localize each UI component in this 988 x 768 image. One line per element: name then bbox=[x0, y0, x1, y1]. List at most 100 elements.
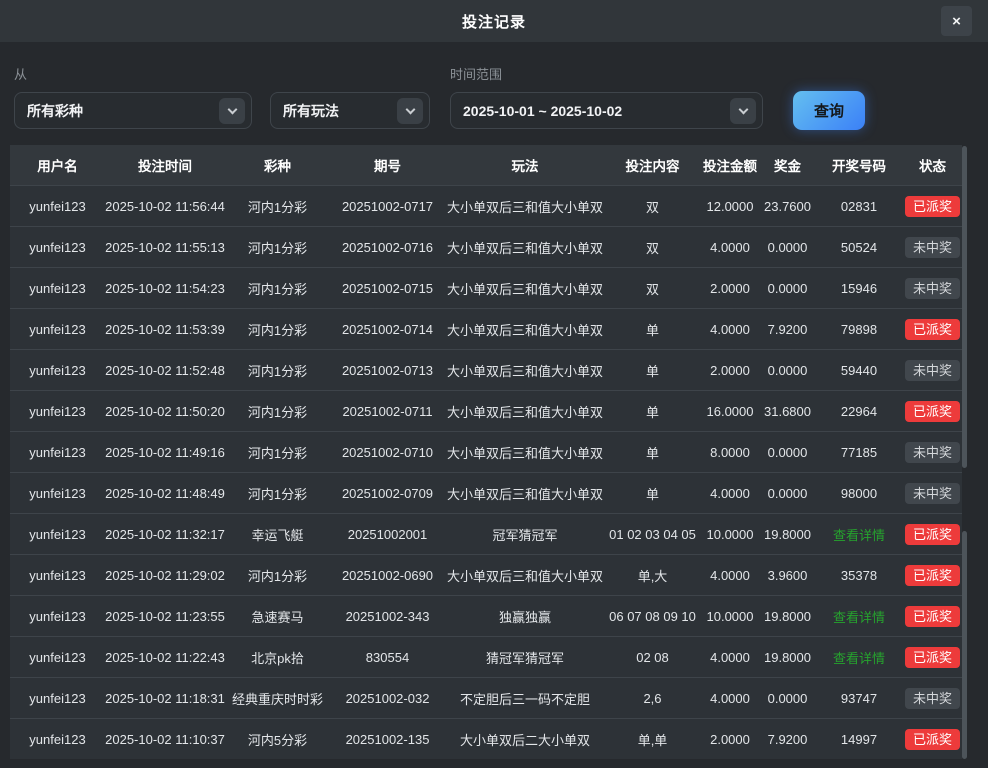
status-badge: 已派奖 bbox=[905, 565, 960, 586]
table-row: yunfei123 2025-10-02 11:52:48 河内1分彩 2025… bbox=[10, 349, 962, 390]
cell-username: yunfei123 bbox=[10, 555, 105, 595]
view-details-link[interactable]: 查看详情 bbox=[815, 514, 903, 554]
cell-status: 未中奖 bbox=[903, 227, 962, 267]
cell-lottery-type: 河内1分彩 bbox=[225, 350, 330, 390]
scrollbar[interactable] bbox=[962, 531, 967, 759]
status-badge: 已派奖 bbox=[905, 606, 960, 627]
cell-bet-content: 双 bbox=[605, 268, 700, 308]
cell-period-number: 20251002-0710 bbox=[330, 432, 445, 472]
cell-bet-time: 2025-10-02 11:53:39 bbox=[105, 309, 225, 349]
play-method-select-value: 所有玩法 bbox=[283, 101, 339, 121]
cell-draw-numbers: 22964 bbox=[815, 391, 903, 431]
cell-prize: 0.0000 bbox=[760, 268, 815, 308]
cell-status: 未中奖 bbox=[903, 432, 962, 472]
cell-status: 已派奖 bbox=[903, 555, 962, 595]
status-badge: 未中奖 bbox=[905, 483, 960, 504]
cell-bet-content: 02 08 bbox=[605, 637, 700, 677]
cell-period-number: 20251002-343 bbox=[330, 596, 445, 636]
cell-bet-amount: 8.0000 bbox=[700, 432, 760, 472]
cell-draw-numbers: 15946 bbox=[815, 268, 903, 308]
cell-bet-content: 单,大 bbox=[605, 555, 700, 595]
status-badge: 未中奖 bbox=[905, 688, 960, 709]
cell-period-number: 20251002-135 bbox=[330, 719, 445, 759]
cell-play-method: 大小单双后三和值大小单双 bbox=[445, 350, 605, 390]
table-row: yunfei123 2025-10-02 11:54:23 河内1分彩 2025… bbox=[10, 267, 962, 308]
chevron-down-icon bbox=[730, 98, 756, 124]
play-method-select[interactable]: 所有玩法 bbox=[270, 92, 430, 129]
cell-period-number: 20251002-032 bbox=[330, 678, 445, 718]
cell-username: yunfei123 bbox=[10, 432, 105, 472]
table-row: yunfei123 2025-10-02 11:56:44 河内1分彩 2025… bbox=[10, 185, 962, 226]
cell-prize: 0.0000 bbox=[760, 227, 815, 267]
table-row: yunfei123 2025-10-02 11:23:55 急速赛马 20251… bbox=[10, 595, 962, 636]
view-details-link[interactable]: 查看详情 bbox=[815, 596, 903, 636]
status-badge: 未中奖 bbox=[905, 442, 960, 463]
cell-bet-amount: 16.0000 bbox=[700, 391, 760, 431]
cell-lottery-type: 河内1分彩 bbox=[225, 186, 330, 226]
cell-play-method: 大小单双后三和值大小单双 bbox=[445, 309, 605, 349]
cell-period-number: 20251002-0716 bbox=[330, 227, 445, 267]
cell-lottery-type: 河内1分彩 bbox=[225, 473, 330, 513]
cell-prize: 19.8000 bbox=[760, 637, 815, 677]
cell-bet-time: 2025-10-02 11:10:37 bbox=[105, 719, 225, 759]
table-body: yunfei123 2025-10-02 11:56:44 河内1分彩 2025… bbox=[10, 185, 962, 759]
cell-status: 已派奖 bbox=[903, 309, 962, 349]
cell-status: 已派奖 bbox=[903, 391, 962, 431]
cell-prize: 0.0000 bbox=[760, 432, 815, 472]
close-button[interactable]: × bbox=[941, 6, 972, 36]
cell-bet-content: 单 bbox=[605, 309, 700, 349]
cell-bet-time: 2025-10-02 11:23:55 bbox=[105, 596, 225, 636]
cell-prize: 19.8000 bbox=[760, 514, 815, 554]
cell-username: yunfei123 bbox=[10, 719, 105, 759]
column-header: 奖金 bbox=[760, 145, 815, 185]
cell-bet-time: 2025-10-02 11:55:13 bbox=[105, 227, 225, 267]
cell-bet-time: 2025-10-02 11:22:43 bbox=[105, 637, 225, 677]
cell-bet-content: 2,6 bbox=[605, 678, 700, 718]
cell-draw-numbers: 98000 bbox=[815, 473, 903, 513]
date-range-select[interactable]: 2025-10-01 ~ 2025-10-02 bbox=[450, 92, 763, 129]
table-row: yunfei123 2025-10-02 11:29:02 河内1分彩 2025… bbox=[10, 554, 962, 595]
cell-prize: 0.0000 bbox=[760, 678, 815, 718]
cell-period-number: 20251002-0713 bbox=[330, 350, 445, 390]
cell-draw-numbers: 02831 bbox=[815, 186, 903, 226]
scrollbar[interactable] bbox=[962, 146, 967, 468]
cell-draw-numbers: 77185 bbox=[815, 432, 903, 472]
lottery-type-select[interactable]: 所有彩种 bbox=[14, 92, 252, 129]
cell-lottery-type: 河内1分彩 bbox=[225, 555, 330, 595]
table-row: yunfei123 2025-10-02 11:18:31 经典重庆时时彩 20… bbox=[10, 677, 962, 718]
query-button[interactable]: 查询 bbox=[793, 91, 865, 130]
cell-username: yunfei123 bbox=[10, 227, 105, 267]
cell-play-method: 大小单双后三和值大小单双 bbox=[445, 227, 605, 267]
cell-bet-time: 2025-10-02 11:29:02 bbox=[105, 555, 225, 595]
cell-bet-content: 单 bbox=[605, 350, 700, 390]
cell-bet-content: 双 bbox=[605, 186, 700, 226]
view-details-link[interactable]: 查看详情 bbox=[815, 637, 903, 677]
lottery-type-select-value: 所有彩种 bbox=[27, 101, 83, 121]
cell-play-method: 不定胆后三一码不定胆 bbox=[445, 678, 605, 718]
cell-play-method: 大小单双后三和值大小单双 bbox=[445, 186, 605, 226]
cell-play-method: 大小单双后三和值大小单双 bbox=[445, 432, 605, 472]
cell-bet-time: 2025-10-02 11:48:49 bbox=[105, 473, 225, 513]
status-badge: 已派奖 bbox=[905, 647, 960, 668]
chevron-down-icon bbox=[397, 98, 423, 124]
cell-play-method: 大小单双后二大小单双 bbox=[445, 719, 605, 759]
cell-prize: 19.8000 bbox=[760, 596, 815, 636]
status-badge: 已派奖 bbox=[905, 319, 960, 340]
column-header: 投注内容 bbox=[605, 145, 700, 185]
cell-prize: 0.0000 bbox=[760, 473, 815, 513]
cell-period-number: 20251002-0715 bbox=[330, 268, 445, 308]
modal-header: 投注记录 × bbox=[0, 0, 988, 42]
cell-bet-amount: 10.0000 bbox=[700, 514, 760, 554]
cell-lottery-type: 河内1分彩 bbox=[225, 227, 330, 267]
from-label: 从 bbox=[14, 64, 27, 83]
cell-bet-amount: 4.0000 bbox=[700, 637, 760, 677]
status-badge: 已派奖 bbox=[905, 196, 960, 217]
cell-period-number: 20251002-0711 bbox=[330, 391, 445, 431]
date-range-select-value: 2025-10-01 ~ 2025-10-02 bbox=[463, 103, 622, 119]
table-row: yunfei123 2025-10-02 11:50:20 河内1分彩 2025… bbox=[10, 390, 962, 431]
cell-play-method: 独赢独赢 bbox=[445, 596, 605, 636]
cell-bet-time: 2025-10-02 11:32:17 bbox=[105, 514, 225, 554]
bet-records-table: 用户名投注时间彩种期号玩法投注内容投注金额奖金开奖号码状态 yunfei123 … bbox=[10, 145, 962, 768]
column-header: 投注时间 bbox=[105, 145, 225, 185]
cell-period-number: 20251002-0709 bbox=[330, 473, 445, 513]
